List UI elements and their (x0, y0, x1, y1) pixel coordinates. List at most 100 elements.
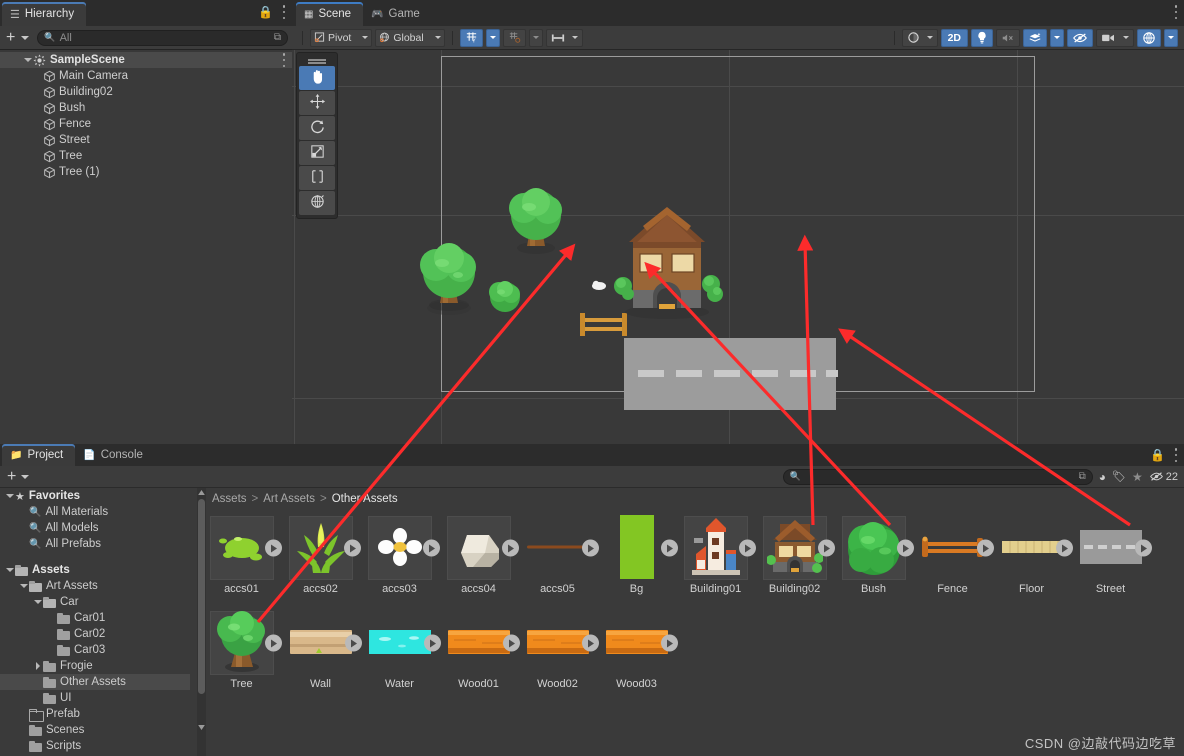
asset-preview-play-badge[interactable] (660, 634, 678, 652)
hierarchy-menu-icon[interactable] (282, 5, 286, 19)
folder-item-assets[interactable]: Assets (0, 562, 190, 578)
breadcrumb-item-art-assets[interactable]: Art Assets (263, 493, 315, 505)
search-save-icon[interactable]: ⧉ (1079, 471, 1086, 482)
scene-camera-button[interactable] (1096, 28, 1134, 47)
add-object-button[interactable]: + (4, 29, 17, 46)
folder-item-other-assets[interactable]: Other Assets (0, 674, 190, 690)
hierarchy-item-tree-1[interactable]: Tree (1) (0, 164, 292, 180)
asset-preview-play-badge[interactable] (423, 634, 441, 652)
filter-by-label-icon[interactable]: 🏷 (1112, 470, 1126, 483)
asset-preview-play-badge[interactable] (343, 539, 361, 557)
project-add-button[interactable]: + (5, 468, 18, 485)
asset-preview-play-badge[interactable] (1134, 539, 1152, 557)
scroll-down-arrow-icon[interactable] (197, 723, 206, 732)
asset-preview-play-badge[interactable] (976, 539, 994, 557)
scene-visibility-button[interactable] (1067, 28, 1093, 47)
asset-thumbnail[interactable] (1000, 516, 1073, 580)
hierarchy-item-bush[interactable]: Bush (0, 100, 292, 116)
folder-item-frogie[interactable]: Frogie (0, 658, 190, 674)
layout-caret-icon[interactable] (571, 36, 578, 39)
asset-thumbnail[interactable] (1079, 516, 1152, 580)
asset-thumbnail[interactable] (446, 516, 519, 580)
asset-thumbnail[interactable] (209, 610, 282, 675)
snap-increment-caret-button[interactable] (528, 28, 543, 47)
search-filter-icon[interactable]: ⧉ (274, 32, 281, 43)
toggle-audio-button[interactable] (996, 28, 1020, 47)
asset-thumbnail[interactable] (289, 611, 362, 675)
folder-item-scenes[interactable]: Scenes (0, 722, 190, 738)
asset-thumbnail[interactable] (526, 516, 599, 580)
transform-tool[interactable] (299, 191, 335, 215)
asset-preview-play-badge[interactable] (738, 539, 756, 557)
asset-preview-play-badge[interactable] (344, 634, 362, 652)
scene-panel-menu-icon[interactable] (1174, 5, 1178, 19)
asset-item-building01[interactable]: Building01 (676, 516, 756, 611)
asset-item-bush[interactable]: Bush (834, 516, 914, 611)
grid-snapping-button[interactable]: Y (459, 28, 483, 47)
hand-tool[interactable] (299, 66, 335, 90)
chevron-down-icon[interactable] (18, 584, 29, 588)
chevron-down-icon[interactable] (32, 600, 43, 604)
asset-preview-play-badge[interactable] (817, 539, 835, 557)
asset-preview-play-badge[interactable] (264, 634, 282, 652)
asset-item-bg[interactable]: Bg (597, 514, 678, 611)
asset-thumbnail[interactable] (288, 516, 361, 580)
asset-thumbnail[interactable] (447, 611, 520, 675)
asset-item-fence[interactable]: Fence (913, 516, 994, 611)
asset-thumbnail[interactable] (368, 611, 441, 675)
asset-preview-play-badge[interactable] (660, 539, 678, 557)
scale-tool[interactable] (299, 141, 335, 165)
toggle-lighting-button[interactable] (971, 28, 993, 47)
tab-scene[interactable]: ▦ Scene (296, 2, 364, 26)
scene-menu-icon[interactable] (282, 53, 286, 67)
asset-preview-play-badge[interactable] (501, 539, 519, 557)
asset-preview-play-badge[interactable] (896, 539, 914, 557)
folder-item-car[interactable]: Car (0, 594, 190, 610)
folder-item-all-models[interactable]: 🔍 All Models (0, 520, 190, 536)
asset-item-street[interactable]: Street (1071, 516, 1152, 611)
asset-thumbnail[interactable] (841, 516, 914, 580)
asset-thumbnail[interactable] (605, 611, 678, 675)
folder-item-ui[interactable]: UI (0, 690, 190, 706)
chevron-down-icon[interactable] (4, 494, 15, 498)
project-add-caret-icon[interactable] (21, 474, 30, 479)
asset-item-wood01[interactable]: Wood01 (439, 611, 520, 706)
favorite-star-icon[interactable]: ★ (1132, 470, 1143, 484)
folder-item-all-prefabs[interactable]: 🔍 All Prefabs (0, 536, 190, 552)
lock-icon[interactable]: 🔒 (258, 5, 273, 19)
scene-layout-button[interactable] (545, 28, 583, 47)
camera-caret-icon[interactable] (1123, 36, 1129, 39)
asset-item-water[interactable]: Water (360, 611, 441, 706)
shading-mode-button[interactable] (901, 28, 938, 47)
scene-viewport[interactable] (292, 50, 1184, 444)
gizmos-caret-button[interactable] (1164, 28, 1178, 47)
handle-space-caret-icon[interactable] (434, 36, 441, 39)
folder-item-scripts[interactable]: Scripts (0, 738, 190, 754)
snap-increment-button[interactable] (502, 28, 526, 47)
asset-thumbnail[interactable] (526, 611, 599, 675)
asset-item-building02[interactable]: Building02 (755, 516, 835, 611)
folder-item-art-assets[interactable]: Art Assets (0, 578, 190, 594)
asset-thumbnail[interactable] (921, 516, 994, 580)
chevron-down-icon[interactable] (22, 58, 33, 62)
asset-item-accs04[interactable]: accs04 (439, 516, 519, 611)
hierarchy-item-tree[interactable]: Tree (0, 148, 292, 164)
project-menu-icon[interactable] (1174, 448, 1178, 462)
move-tool[interactable] (299, 91, 335, 115)
folder-tree-scrollbar[interactable] (197, 488, 206, 756)
tab-console[interactable]: 📄 Console (75, 444, 155, 466)
gizmos-button[interactable] (1137, 28, 1161, 47)
asset-item-accs02[interactable]: accs02 (281, 516, 361, 611)
lock-icon[interactable]: 🔒 (1150, 448, 1165, 462)
asset-thumbnail[interactable] (605, 514, 678, 580)
palette-drag-handle[interactable] (297, 55, 337, 65)
folder-item-car02[interactable]: Car02 (0, 626, 190, 642)
filter-by-type-icon[interactable]: ◕ (1099, 470, 1106, 484)
pivot-mode-button[interactable]: Pivot (310, 28, 373, 47)
hierarchy-item-samplescene[interactable]: SampleScene (0, 52, 292, 68)
hierarchy-item-fence[interactable]: Fence (0, 116, 292, 132)
hierarchy-item-building02[interactable]: Building02 (0, 84, 292, 100)
asset-item-accs03[interactable]: accs03 (360, 516, 440, 611)
asset-thumbnail[interactable] (762, 516, 835, 580)
toggle-2d-button[interactable]: 2D (940, 28, 968, 47)
